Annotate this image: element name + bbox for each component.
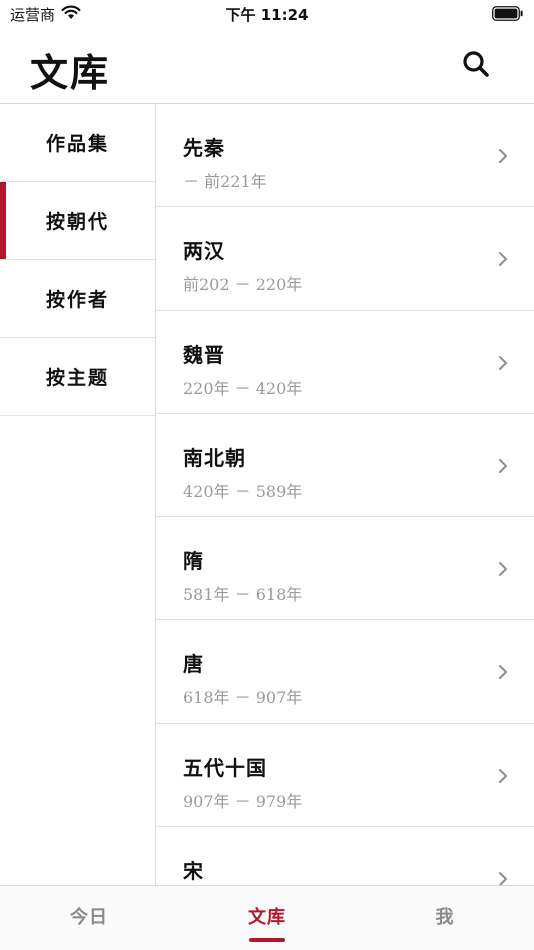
dynasty-name: 唐	[183, 652, 204, 677]
battery-icon	[492, 6, 524, 21]
status-left: 运营商	[10, 4, 81, 25]
search-icon	[462, 50, 490, 82]
sidebar-item-label: 作品集	[45, 133, 109, 155]
sidebar-item-label: 按作者	[45, 289, 109, 311]
dynasty-name: 宋	[183, 859, 204, 884]
chevron-right-icon	[499, 355, 507, 370]
active-tab-indicator	[249, 938, 285, 942]
dynasty-name: 先秦	[183, 136, 225, 160]
chevron-right-icon	[499, 872, 507, 885]
carrier-label: 运营商	[10, 6, 56, 24]
dynasty-range: 907年 － 979年	[183, 791, 303, 811]
chevron-right-icon	[499, 665, 507, 680]
chevron-right-icon	[499, 458, 507, 473]
sidebar-item-label: 按朝代	[45, 211, 109, 233]
list-item[interactable]: 宋	[156, 827, 534, 885]
dynasty-range: 618年 － 907年	[183, 688, 303, 708]
page-title: 文库	[30, 50, 111, 95]
dynasty-range: 581年 － 618年	[183, 585, 303, 605]
list-item[interactable]: 两汉 前202 － 220年	[156, 207, 534, 311]
chevron-right-icon	[499, 562, 507, 577]
sidebar-item-by-topic[interactable]: 按主题	[0, 338, 155, 416]
tab-library[interactable]: 文库	[178, 886, 356, 950]
tab-bar: 今日 文库 我	[0, 885, 534, 950]
dynasty-name: 隋	[183, 549, 204, 574]
list-item[interactable]: 唐 618年 － 907年	[156, 620, 534, 724]
dynasty-name: 南北朝	[183, 445, 246, 470]
dynasty-range: 220年 － 420年	[183, 378, 303, 398]
dynasty-range: 前202 － 220年	[183, 275, 303, 295]
sidebar-item-collections[interactable]: 作品集	[0, 104, 155, 182]
dynasty-name: 魏晋	[183, 342, 225, 367]
sidebar-item-by-author[interactable]: 按作者	[0, 260, 155, 338]
status-bar: 运营商 下午 11:24	[0, 0, 534, 28]
list-item[interactable]: 五代十国 907年 － 979年	[156, 724, 534, 828]
dynasty-name: 五代十国	[183, 755, 267, 780]
dynasty-range: － 前221年	[183, 172, 267, 191]
wifi-icon	[61, 5, 81, 24]
sidebar-item-label: 按主题	[45, 367, 109, 389]
list-item[interactable]: 隋 581年 － 618年	[156, 517, 534, 621]
tab-today[interactable]: 今日	[0, 886, 178, 950]
dynasty-range: 420年 － 589年	[183, 481, 303, 501]
chevron-right-icon	[499, 149, 507, 163]
dynasty-name: 两汉	[183, 239, 225, 264]
list-item[interactable]: 南北朝 420年 － 589年	[156, 414, 534, 518]
chevron-right-icon	[499, 768, 507, 783]
list-item[interactable]: 魏晋 220年 － 420年	[156, 311, 534, 414]
tab-me[interactable]: 我	[356, 886, 534, 950]
tab-label: 文库	[248, 907, 286, 928]
chevron-right-icon	[499, 252, 507, 267]
tab-label: 今日	[70, 907, 108, 928]
sidebar-item-by-dynasty[interactable]: 按朝代	[0, 182, 155, 260]
search-button[interactable]	[458, 48, 494, 84]
tab-label: 我	[435, 907, 455, 928]
sidebar: 作品集 按朝代 按作者 按主题	[0, 104, 156, 885]
list-item[interactable]: 先秦 － 前221年	[156, 104, 534, 208]
header: 文库	[0, 28, 534, 104]
dynasty-list: 先秦 － 前221年 两汉 前202 － 220年 魏晋 220年 － 420年…	[156, 104, 534, 885]
